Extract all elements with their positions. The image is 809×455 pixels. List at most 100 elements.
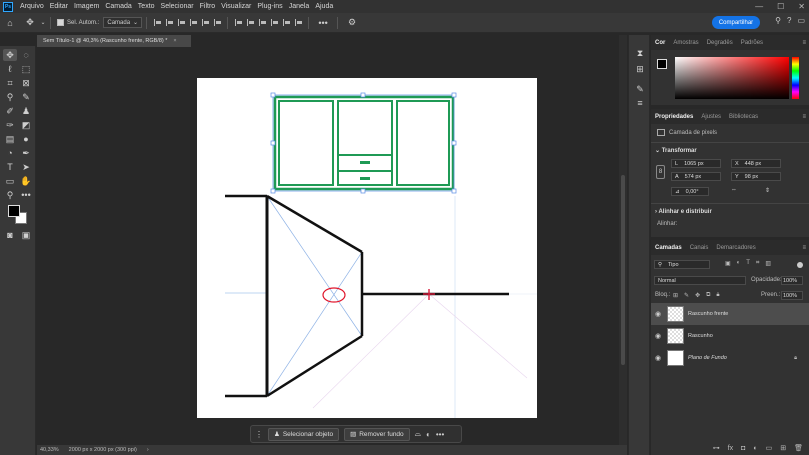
- new-group-icon[interactable]: ▭: [766, 444, 773, 452]
- lock-all-icon[interactable]: 🔒︎: [716, 292, 719, 299]
- type-tool-icon[interactable]: T: [3, 161, 17, 173]
- lock-artboard-icon[interactable]: ⧉: [706, 292, 710, 299]
- more-tools-icon[interactable]: •••: [19, 189, 33, 201]
- width-field[interactable]: L 1065 px: [671, 159, 721, 168]
- align-right-icon[interactable]: [177, 19, 185, 26]
- blur-tool-icon[interactable]: ●: [19, 133, 33, 145]
- menu-ajuda[interactable]: Ajuda: [312, 3, 336, 10]
- scrollbar-thumb[interactable]: [621, 175, 625, 365]
- lock-pixels-icon[interactable]: ✎: [684, 292, 689, 299]
- add-mask-icon[interactable]: ◘: [741, 445, 745, 452]
- filter-shape-icon[interactable]: ⌗: [756, 260, 759, 267]
- document-tab[interactable]: Sem Título-1 @ 40,3% (Rascunho frente, R…: [37, 35, 191, 47]
- eye-icon[interactable]: ◉: [651, 332, 665, 340]
- chevron-down-icon[interactable]: ⌄: [40, 17, 46, 29]
- shape-tool-icon[interactable]: ▭: [3, 175, 17, 187]
- spot-heal-tool-icon[interactable]: ✎: [19, 91, 33, 103]
- help-icon[interactable]: ?: [787, 16, 791, 25]
- move-tool-icon[interactable]: ✥: [3, 49, 17, 61]
- gear-icon[interactable]: ⚙: [346, 17, 358, 29]
- stamp-tool-icon[interactable]: ♟: [19, 105, 33, 117]
- filter-type-icon[interactable]: T: [746, 260, 750, 267]
- hue-slider[interactable]: [792, 57, 799, 99]
- vertical-scrollbar[interactable]: [619, 35, 627, 445]
- tab-degrades[interactable]: Degradês: [707, 40, 733, 46]
- panel-menu-icon[interactable]: ≡: [802, 245, 806, 251]
- adjustment-layer-icon[interactable]: ◐: [753, 445, 757, 452]
- align-left-icon[interactable]: [153, 19, 161, 26]
- menu-janela[interactable]: Janela: [286, 3, 313, 10]
- eyedropper-tool-icon[interactable]: ⚲: [3, 91, 17, 103]
- tab-canais[interactable]: Canais: [690, 245, 709, 251]
- drag-handle-icon[interactable]: ⋮: [255, 430, 263, 439]
- more-icon[interactable]: •••: [317, 17, 329, 29]
- flip-vertical-icon[interactable]: ⇕: [765, 187, 770, 194]
- tab-cor[interactable]: Cor: [655, 40, 665, 46]
- blend-mode-select[interactable]: Normal: [654, 276, 746, 285]
- remove-background-button[interactable]: ▨ Remover fundo: [344, 427, 410, 441]
- minimize-icon[interactable]: —: [755, 2, 763, 11]
- history-icon[interactable]: ⧗: [634, 47, 646, 59]
- tab-amostras[interactable]: Amostras: [673, 40, 698, 46]
- distribute-middle-icon[interactable]: [282, 19, 290, 26]
- quick-mask-icon[interactable]: ◙: [3, 229, 17, 241]
- color-picker-field[interactable]: [675, 57, 789, 99]
- flip-horizontal-icon[interactable]: ⇔: [731, 187, 737, 193]
- history-brush-tool-icon[interactable]: ✑: [3, 119, 17, 131]
- transform-icon[interactable]: ⌓: [415, 429, 421, 439]
- hand-tool-icon[interactable]: ✋: [19, 175, 33, 187]
- workspace-icon[interactable]: ▭: [797, 16, 805, 25]
- filter-pixel-icon[interactable]: ▣: [725, 260, 731, 267]
- new-layer-icon[interactable]: ⊞: [780, 444, 786, 452]
- distribute-top-icon[interactable]: [270, 19, 278, 26]
- y-field[interactable]: Y 98 px: [731, 172, 781, 181]
- angle-field[interactable]: ⊿ 0,00°: [671, 187, 709, 196]
- select-subject-button[interactable]: ♟ Selecionar objeto: [268, 427, 340, 441]
- menu-texto[interactable]: Texto: [135, 3, 158, 10]
- panel-menu-icon[interactable]: ≡: [802, 40, 806, 46]
- link-icon[interactable]: 8: [656, 165, 665, 179]
- align-bottom-icon[interactable]: [213, 19, 221, 26]
- marquee-tool-icon[interactable]: ◌: [19, 49, 33, 61]
- actions-icon[interactable]: ⊞: [634, 63, 646, 75]
- tab-bibliotecas[interactable]: Bibliotecas: [729, 114, 758, 120]
- zoom-tool-icon[interactable]: ⚲: [3, 189, 17, 201]
- trash-icon[interactable]: 🗑︎: [794, 444, 803, 452]
- align-center-icon[interactable]: [165, 19, 173, 26]
- chevron-right-icon[interactable]: ›: [655, 209, 657, 215]
- tab-camadas[interactable]: Camadas: [655, 245, 682, 251]
- filter-adjust-icon[interactable]: ◐: [737, 260, 741, 267]
- crop-tool-icon[interactable]: ⌗: [3, 77, 17, 89]
- menu-arquivo[interactable]: Arquivo: [17, 3, 47, 10]
- eye-icon[interactable]: ◉: [651, 310, 665, 318]
- path-select-tool-icon[interactable]: ➤: [19, 161, 33, 173]
- share-button[interactable]: Compartilhar: [712, 16, 760, 29]
- menu-camada[interactable]: Camada: [102, 3, 134, 10]
- align-top-icon[interactable]: [189, 19, 197, 26]
- search-icon[interactable]: ⚲: [775, 16, 781, 25]
- screen-mode-icon[interactable]: ▣: [19, 229, 33, 241]
- eraser-tool-icon[interactable]: ◩: [19, 119, 33, 131]
- home-icon[interactable]: ⌂: [4, 17, 16, 29]
- menu-visualizar[interactable]: Visualizar: [218, 3, 254, 10]
- layer-row[interactable]: ◉ Plano de Fundo 🔒︎: [651, 347, 809, 369]
- opacity-field[interactable]: 100%: [781, 276, 803, 285]
- frame-tool-icon[interactable]: ⊠: [19, 77, 33, 89]
- filter-smart-icon[interactable]: ▥: [765, 260, 771, 267]
- tab-demarcadores[interactable]: Demarcadores: [716, 245, 755, 251]
- more-options-icon[interactable]: •••: [436, 430, 444, 439]
- menu-filtro[interactable]: Filtro: [197, 3, 219, 10]
- fx-icon[interactable]: fx: [728, 445, 733, 452]
- document-canvas[interactable]: [197, 78, 537, 418]
- align-middle-icon[interactable]: [201, 19, 209, 26]
- auto-select-checkbox[interactable]: [57, 19, 64, 26]
- adjustments-icon[interactable]: ≡: [634, 97, 646, 109]
- canvas-area[interactable]: [37, 47, 619, 445]
- chevron-down-icon[interactable]: ⌄: [655, 148, 660, 154]
- distribute-center-icon[interactable]: [246, 19, 254, 26]
- lock-transparent-icon[interactable]: ⊞: [673, 292, 678, 299]
- dodge-tool-icon[interactable]: ◔: [3, 147, 17, 159]
- distribute-right-icon[interactable]: [258, 19, 266, 26]
- object-select-tool-icon[interactable]: ⬚: [19, 63, 33, 75]
- layer-row[interactable]: ◉ Rascunho frente: [651, 303, 809, 325]
